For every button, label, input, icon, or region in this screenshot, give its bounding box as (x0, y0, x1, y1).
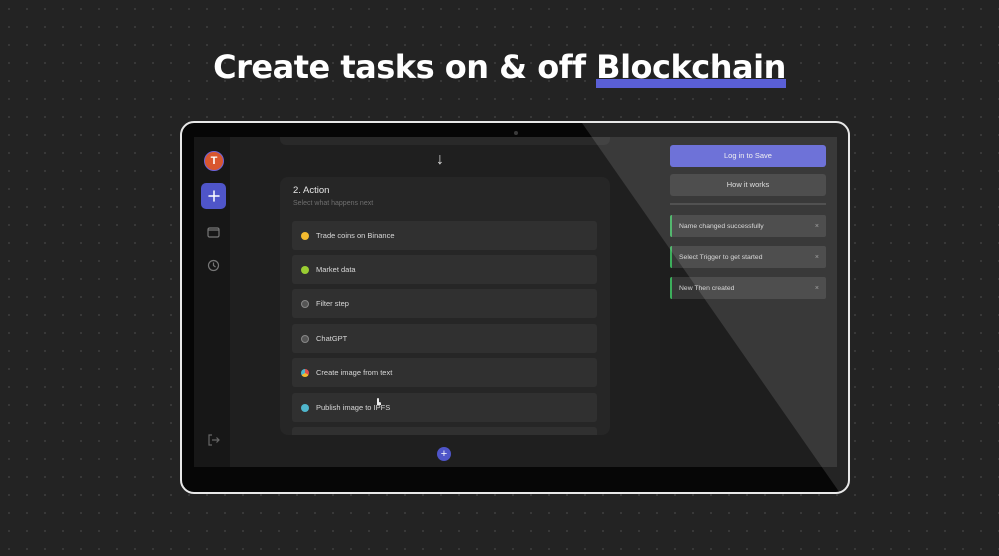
history-icon (207, 259, 220, 271)
cursor-icon (377, 398, 381, 405)
add-step-button[interactable]: + (437, 447, 451, 461)
toast-notification: Name changed successfully × (670, 215, 826, 237)
headline-highlight-text: Blockchain (596, 48, 786, 86)
laptop-frame: T ↓ 2. Action Select what happens next T… (180, 121, 850, 494)
sidebar: T (194, 137, 230, 467)
panel-subtitle: Select what happens next (293, 200, 374, 207)
toast-notification: New Then created × (670, 277, 826, 299)
sidebar-item-new[interactable] (201, 183, 226, 209)
action-item-label: Market data (316, 265, 356, 274)
camera-dot (514, 131, 518, 135)
action-item-label: Create image from text (316, 368, 393, 377)
trigger-card[interactable] (280, 137, 610, 145)
image-gen-icon (301, 368, 309, 377)
action-item-market-data[interactable]: Market data (292, 255, 597, 284)
action-item-partial[interactable] (292, 427, 597, 435)
avatar[interactable]: T (204, 151, 224, 171)
action-item-label: Trade coins on Binance (316, 231, 395, 240)
close-icon[interactable]: × (815, 254, 819, 261)
divider (670, 203, 826, 205)
right-panel: Log in to Save How it works Name changed… (660, 137, 837, 467)
action-item-chatgpt[interactable]: ChatGPT (292, 324, 597, 353)
panel-title: 2. Action (293, 185, 330, 196)
headline-highlight: Blockchain (596, 48, 786, 88)
folder-icon (207, 227, 220, 238)
market-data-icon (301, 265, 309, 274)
login-to-save-button[interactable]: Log in to Save (670, 145, 826, 167)
toast-text: Select Trigger to get started (679, 253, 763, 261)
action-item-label: Filter step (316, 299, 349, 308)
toast-text: Name changed successfully (679, 222, 764, 230)
sidebar-item-folder[interactable] (201, 219, 226, 245)
logout-icon (208, 434, 220, 446)
app-screen: T ↓ 2. Action Select what happens next T… (194, 137, 837, 467)
sidebar-item-logout[interactable] (201, 427, 226, 453)
toast-text: New Then created (679, 284, 735, 292)
binance-icon (301, 231, 309, 240)
filter-icon (301, 299, 309, 308)
ipfs-icon (301, 403, 309, 412)
plus-icon (207, 190, 220, 202)
action-item-binance[interactable]: Trade coins on Binance (292, 221, 597, 250)
workflow-canvas: ↓ 2. Action Select what happens next Tra… (230, 137, 660, 467)
action-item-filter[interactable]: Filter step (292, 289, 597, 318)
close-icon[interactable]: × (815, 285, 819, 292)
toast-notification: Select Trigger to get started × (670, 246, 826, 268)
action-item-ipfs[interactable]: Publish image to IPFS (292, 393, 597, 422)
close-icon[interactable]: × (815, 223, 819, 230)
action-item-label: ChatGPT (316, 334, 348, 343)
action-item-create-image[interactable]: Create image from text (292, 358, 597, 387)
headline-prefix: Create tasks on & off (213, 48, 586, 86)
page-headline: Create tasks on & off Blockchain (0, 48, 999, 88)
sidebar-item-history[interactable] (201, 252, 226, 278)
chatgpt-icon (301, 334, 309, 343)
how-it-works-button[interactable]: How it works (670, 174, 826, 196)
flow-arrow: ↓ (436, 151, 444, 168)
action-panel: 2. Action Select what happens next Trade… (280, 177, 610, 435)
